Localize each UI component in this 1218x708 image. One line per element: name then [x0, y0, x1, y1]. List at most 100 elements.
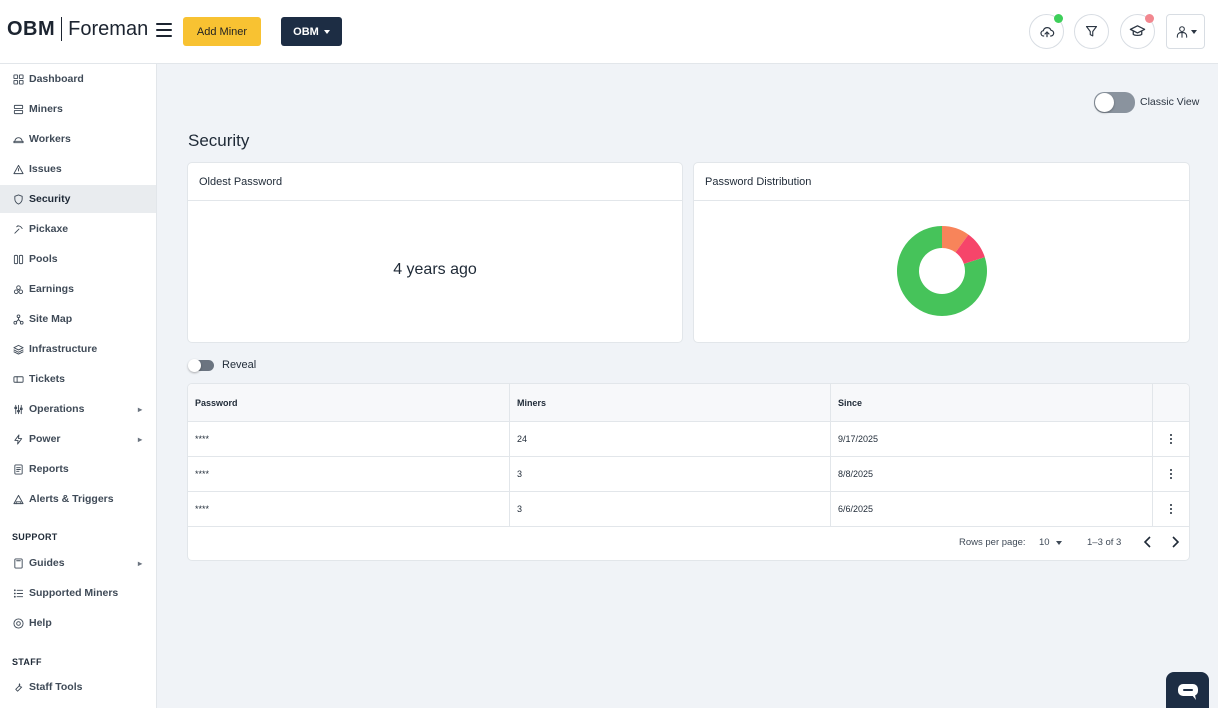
sidebar-item-label: Help: [29, 617, 52, 629]
miners-cell: 3: [510, 457, 831, 491]
nav-icon-wrap: [13, 404, 24, 415]
reveal-toggle[interactable]: [188, 359, 214, 372]
add-miner-button[interactable]: Add Miner: [183, 17, 261, 46]
chat-button[interactable]: [1166, 672, 1209, 708]
organization-dropdown[interactable]: OBM: [281, 17, 342, 46]
more-options-icon[interactable]: [1153, 433, 1189, 445]
sidebar: Dashboard Miners Workers Issues Security Pick…: [0, 64, 157, 708]
sidebar-item-pools[interactable]: Pools: [0, 245, 156, 273]
report-icon: [14, 463, 23, 475]
sidebar-item-label: Workers: [29, 133, 71, 145]
sidebar-item-infrastructure[interactable]: Infrastructure: [0, 335, 156, 363]
next-page-button[interactable]: [1170, 536, 1180, 551]
menu-toggle-icon[interactable]: [156, 23, 172, 37]
sidebar-item-label: Dashboard: [29, 73, 84, 85]
rows-per-page-label: Rows per page:: [959, 537, 1026, 548]
upload-status-dot: [1054, 14, 1063, 23]
page-range: 1–3 of 3: [1087, 537, 1122, 548]
upload-button[interactable]: [1029, 14, 1064, 49]
card-title: Password Distribution: [694, 163, 1189, 201]
lightning-icon: [14, 433, 23, 445]
prev-page-button[interactable]: [1143, 536, 1153, 551]
sidebar-item-label: Alerts & Triggers: [29, 493, 114, 505]
sidebar-item-help[interactable]: Help: [0, 609, 156, 637]
table-header-row: Password Miners Since: [188, 384, 1189, 422]
sidebar-item-label: Supported Miners: [29, 587, 119, 599]
workers-icon: [13, 136, 24, 143]
miners-cell: 24: [510, 422, 831, 456]
sidebar-item-tickets[interactable]: Tickets: [0, 365, 156, 393]
classic-view-label: Classic View: [1140, 96, 1200, 108]
shield-icon: [14, 193, 23, 205]
since-cell: 9/17/2025: [831, 422, 1153, 456]
list-icon: [13, 588, 24, 598]
nav-icon-wrap: [13, 588, 24, 599]
sidebar-item-power[interactable]: Power ▸: [0, 425, 156, 453]
sidebar-item-earnings[interactable]: Earnings: [0, 275, 156, 303]
sidebar-item-guides[interactable]: Guides ▸: [0, 549, 156, 577]
sidebar-item-miners[interactable]: Miners: [0, 95, 156, 123]
password-distribution-card: Password Distribution: [693, 162, 1190, 343]
sidebar-item-issues[interactable]: Issues: [0, 155, 156, 183]
sidebar-item-pickaxe[interactable]: Pickaxe: [0, 215, 156, 243]
column-header-password[interactable]: Password: [188, 384, 510, 421]
actions-cell: [1153, 492, 1189, 526]
sidebar-item-label: Reports: [29, 463, 69, 475]
actions-cell: [1153, 422, 1189, 456]
sliders-icon: [14, 404, 23, 414]
nav-icon-wrap: [13, 254, 24, 265]
chevron-left-icon: [1143, 536, 1151, 548]
rows-per-page-value: 10: [1039, 537, 1050, 548]
graduation-cap-icon: [1129, 25, 1146, 37]
password-distribution-chart: [897, 226, 987, 316]
tools-icon: [15, 682, 23, 692]
column-header-miners[interactable]: Miners: [510, 384, 831, 421]
caret-down-icon: [323, 29, 330, 34]
sidebar-item-label: Pickaxe: [29, 223, 69, 235]
more-options-icon[interactable]: [1153, 503, 1189, 515]
logo[interactable]: OBM Foreman: [7, 16, 148, 42]
sidebar-item-reports[interactable]: Reports: [0, 455, 156, 483]
caret-down-icon: [1055, 540, 1062, 545]
app-header: OBM Foreman Add Miner OBM: [0, 0, 1218, 64]
sidebar-item-label: Pools: [29, 253, 58, 265]
toggle-knob: [188, 359, 201, 372]
sidebar-item-site-map[interactable]: Site Map: [0, 305, 156, 333]
nav-icon-wrap: [13, 374, 24, 385]
sidebar-item-label: Power: [29, 433, 61, 445]
nav-icon-wrap: [13, 104, 24, 115]
filter-button[interactable]: [1074, 14, 1109, 49]
logo-product: Foreman: [68, 17, 149, 40]
sidebar-item-dashboard[interactable]: Dashboard: [0, 65, 156, 93]
sidebar-item-security[interactable]: Security: [0, 185, 156, 213]
sitemap-icon: [13, 313, 24, 325]
sidebar-item-alerts-and-triggers[interactable]: Alerts & Triggers: [0, 485, 156, 513]
nav-icon-wrap: [13, 73, 24, 85]
sidebar-item-staff-tools[interactable]: Staff Tools: [0, 673, 156, 701]
alert-icon: [13, 494, 24, 504]
nav-icon-wrap: [13, 433, 24, 445]
nav-icon-wrap: [13, 313, 24, 325]
sidebar-item-workers[interactable]: Workers: [0, 125, 156, 153]
nav-icon-wrap: [13, 494, 24, 505]
sidebar-section-staff: STAFF: [12, 657, 42, 667]
nav-icon-wrap: [13, 193, 24, 205]
more-options-icon[interactable]: [1153, 468, 1189, 480]
nav-icon-wrap: [13, 463, 24, 475]
password-cell: ****: [188, 457, 510, 491]
user-menu-button[interactable]: [1166, 14, 1205, 49]
table-pagination: Rows per page: 10 1–3 of 3: [188, 526, 1189, 560]
page-title: Security: [188, 131, 250, 150]
password-cell: ****: [188, 422, 510, 456]
sidebar-item-supported-miners[interactable]: Supported Miners: [0, 579, 156, 607]
pickaxe-icon: [14, 224, 23, 234]
pools-icon: [13, 254, 24, 264]
academy-button[interactable]: [1120, 14, 1155, 49]
classic-view-toggle[interactable]: [1094, 92, 1135, 113]
sidebar-item-operations[interactable]: Operations ▸: [0, 395, 156, 423]
column-header-since[interactable]: Since: [831, 384, 1153, 421]
chat-icon: [1177, 684, 1198, 700]
rows-per-page-select[interactable]: 10: [1039, 537, 1062, 548]
miners-icon: [13, 104, 24, 114]
filter-icon: [1085, 25, 1098, 37]
